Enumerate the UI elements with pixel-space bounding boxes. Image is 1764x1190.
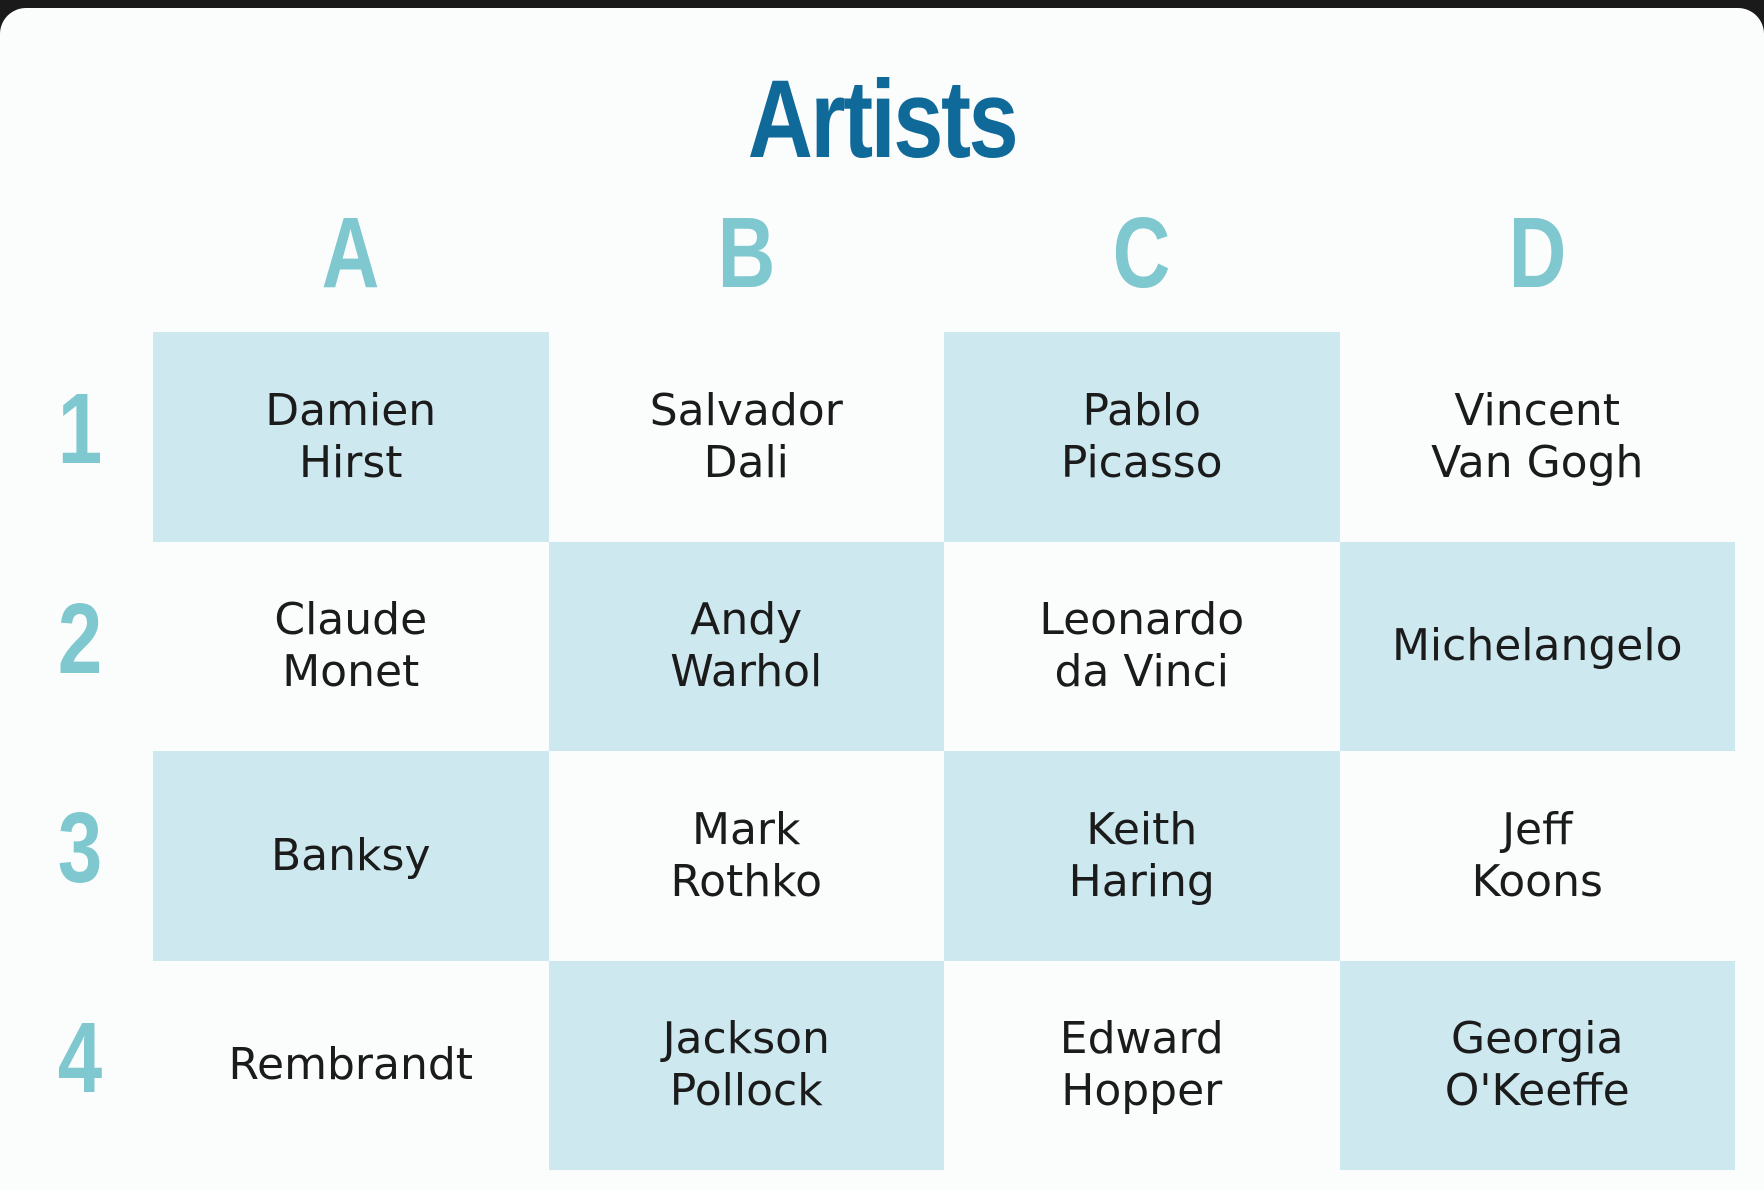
row-header-3: 3 (57, 791, 103, 904)
grid-cell-d3: Jeff Koons (1471, 803, 1603, 907)
grid-cell-a1: Damien Hirst (153, 332, 549, 542)
row-header-1: 1 (57, 372, 103, 485)
column-header-a: A (321, 197, 380, 309)
grid-cell-c1: Pablo Picasso (944, 332, 1340, 542)
row-header-4: 4 (57, 1001, 103, 1114)
artist-grid: Damien Hirst Salvador Dali Pablo Picasso… (153, 332, 1735, 1170)
grid-cell-b4: Jackson Pollock (548, 960, 944, 1170)
grid-cell-d2: Michelangelo (1339, 541, 1735, 751)
grid-cell-c3: Keith Haring (944, 751, 1340, 961)
row-header-2: 2 (57, 582, 103, 695)
page-title: Artists (747, 58, 1019, 181)
grid-cell-c4: Edward Hopper (1059, 1013, 1224, 1117)
column-header-c: C (1112, 197, 1171, 309)
grid-cell-c2: Leonardo da Vinci (1039, 594, 1245, 698)
grid-cell-d4: Georgia O'Keeffe (1339, 960, 1735, 1170)
column-header-b: B (717, 197, 776, 309)
grid-cell-b1: Salvador Dali (649, 384, 843, 488)
grid-cell-a2: Claude Monet (274, 594, 428, 698)
grid-cell-a4: Rembrandt (228, 1039, 474, 1091)
column-header-d: D (1508, 197, 1567, 309)
grid-cell-a3: Banksy (153, 751, 549, 961)
artists-card: Artists A B C D 1 2 3 4 Damien Hirst Sal… (0, 8, 1764, 1190)
grid-cell-b2: Andy Warhol (548, 541, 944, 751)
grid-cell-b3: Mark Rothko (670, 803, 823, 907)
grid-cell-d1: Vincent Van Gogh (1431, 384, 1644, 488)
